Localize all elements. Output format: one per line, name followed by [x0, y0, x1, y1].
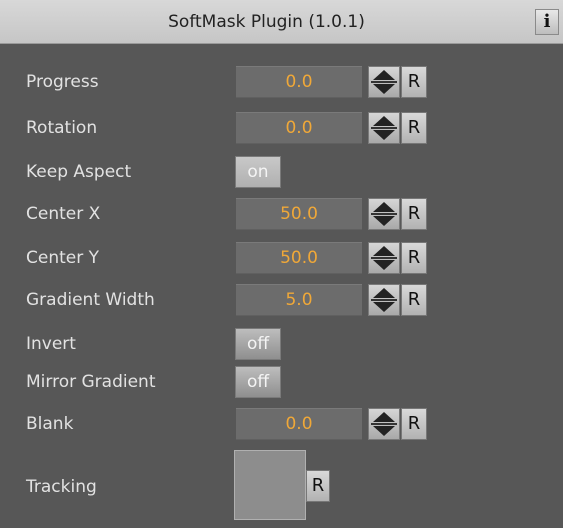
panel-titlebar: SoftMask Plugin (1.0.1) i	[0, 0, 563, 44]
tracking-reset-button[interactable]: R	[306, 470, 330, 502]
param-label: Rotation	[26, 118, 98, 138]
blank-spinner-icon[interactable]	[368, 408, 400, 440]
softmask-plugin-panel: SoftMask Plugin (1.0.1) i Progress 0.0 R…	[0, 0, 563, 528]
param-row-progress: Progress 0.0 R	[0, 64, 563, 100]
blank-reset-button[interactable]: R	[401, 408, 427, 440]
tracking-drop-target[interactable]	[234, 450, 306, 520]
param-row-blank: Blank 0.0 R	[0, 406, 563, 442]
rotation-spinner-icon[interactable]	[368, 112, 400, 144]
param-label: Invert	[26, 334, 76, 354]
center-y-reset-button[interactable]: R	[401, 242, 427, 274]
param-row-mirror-gradient: Mirror Gradient off	[0, 364, 563, 400]
param-label: Mirror Gradient	[26, 372, 156, 392]
param-row-invert: Invert off	[0, 326, 563, 362]
gradient-width-value-field[interactable]: 5.0	[236, 284, 362, 316]
center-x-value-field[interactable]: 50.0	[236, 198, 362, 230]
info-icon[interactable]: i	[535, 9, 559, 35]
rotation-value-field[interactable]: 0.0	[236, 112, 362, 144]
progress-value-field[interactable]: 0.0	[236, 66, 362, 98]
center-x-spinner-icon[interactable]	[368, 198, 400, 230]
param-row-center-x: Center X 50.0 R	[0, 196, 563, 232]
param-label: Progress	[26, 72, 99, 92]
param-label: Keep Aspect	[26, 162, 132, 182]
param-label: Blank	[26, 414, 74, 434]
mirror-gradient-toggle[interactable]: off	[235, 366, 281, 398]
progress-reset-button[interactable]: R	[401, 66, 427, 98]
param-row-keep-aspect: Keep Aspect on	[0, 154, 563, 190]
param-label: Tracking	[26, 477, 97, 497]
center-y-spinner-icon[interactable]	[368, 242, 400, 274]
rotation-reset-button[interactable]: R	[401, 112, 427, 144]
center-x-reset-button[interactable]: R	[401, 198, 427, 230]
param-row-rotation: Rotation 0.0 R	[0, 110, 563, 146]
keep-aspect-toggle[interactable]: on	[235, 156, 281, 188]
blank-value-field[interactable]: 0.0	[236, 408, 362, 440]
param-label: Gradient Width	[26, 290, 155, 310]
param-label: Center Y	[26, 248, 100, 268]
gradient-width-reset-button[interactable]: R	[401, 284, 427, 316]
param-row-gradient-width: Gradient Width 5.0 R	[0, 282, 563, 318]
gradient-width-spinner-icon[interactable]	[368, 284, 400, 316]
panel-title: SoftMask Plugin (1.0.1)	[168, 12, 365, 32]
center-y-value-field[interactable]: 50.0	[236, 242, 362, 274]
param-row-center-y: Center Y 50.0 R	[0, 240, 563, 276]
invert-toggle[interactable]: off	[235, 328, 281, 360]
param-label: Center X	[26, 204, 101, 224]
progress-spinner-icon[interactable]	[368, 66, 400, 98]
